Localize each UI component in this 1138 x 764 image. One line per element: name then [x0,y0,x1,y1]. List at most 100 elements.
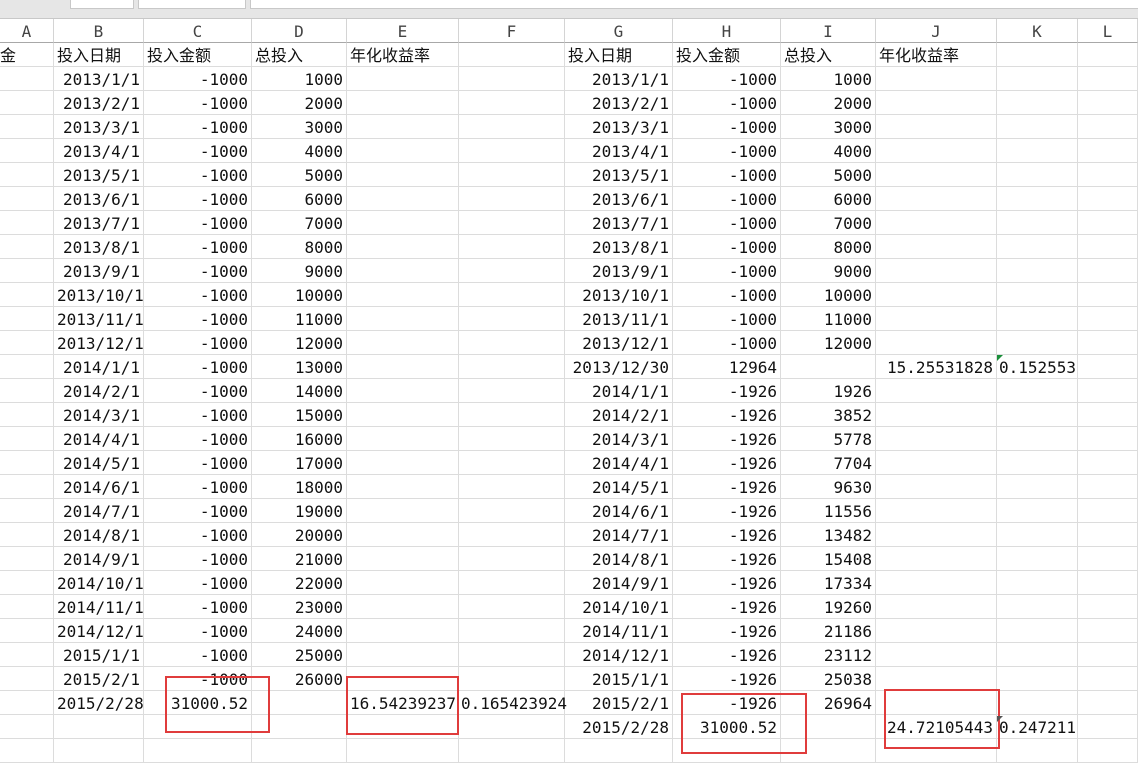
column-header-l[interactable]: L [1078,19,1138,43]
grid-cell[interactable]: 12000 [252,331,347,355]
grid-cell[interactable]: 2014/12/1 [54,619,144,643]
grid-cell[interactable]: -1000 [673,67,781,91]
grid-cell[interactable]: 2014/5/1 [54,451,144,475]
grid-cell[interactable] [347,595,459,619]
grid-cell[interactable] [1078,643,1138,667]
grid-cell[interactable]: -1000 [673,163,781,187]
grid-cell[interactable] [876,667,997,691]
grid-cell[interactable] [0,619,54,643]
grid-cell[interactable]: -1926 [673,475,781,499]
grid-cell[interactable] [876,475,997,499]
grid-cell[interactable]: 9630 [781,475,876,499]
grid-cell[interactable]: -1000 [144,211,252,235]
grid-cell[interactable] [876,739,997,763]
grid-cell[interactable]: -1000 [673,307,781,331]
grid-cell[interactable]: 18000 [252,475,347,499]
column-header-g[interactable]: G [565,19,673,43]
grid-cell[interactable] [347,235,459,259]
grid-cell[interactable] [459,619,565,643]
column-header-j[interactable]: J [876,19,997,43]
header-cell[interactable]: 金 [0,43,54,67]
grid-cell[interactable] [459,163,565,187]
grid-cell[interactable]: 2013/11/1 [565,307,673,331]
grid-cell[interactable]: 2015/2/28 [54,691,144,715]
grid-cell[interactable] [997,115,1078,139]
grid-cell[interactable] [459,571,565,595]
grid-cell[interactable] [997,187,1078,211]
header-cell[interactable] [997,43,1078,67]
grid-cell[interactable] [459,643,565,667]
column-header-c[interactable]: C [144,19,252,43]
grid-cell[interactable]: 0.152553 [997,355,1078,379]
grid-cell[interactable]: 2013/4/1 [565,139,673,163]
grid-cell[interactable]: -1000 [144,187,252,211]
grid-cell[interactable]: -1000 [144,235,252,259]
grid-cell[interactable] [347,331,459,355]
grid-cell[interactable] [459,283,565,307]
grid-cell[interactable] [347,499,459,523]
grid-cell[interactable] [347,283,459,307]
grid-cell[interactable] [876,307,997,331]
grid-cell[interactable]: -1000 [144,571,252,595]
grid-cell[interactable]: -1000 [144,595,252,619]
grid-cell[interactable]: 2014/3/1 [565,427,673,451]
sheet-tab[interactable] [70,0,134,9]
grid-cell[interactable]: -1000 [144,451,252,475]
grid-cell[interactable]: -1000 [144,547,252,571]
grid-cell[interactable] [459,187,565,211]
grid-cell[interactable] [876,379,997,403]
grid-cell[interactable]: 15408 [781,547,876,571]
grid-cell[interactable] [997,163,1078,187]
grid-cell[interactable] [876,523,997,547]
grid-cell[interactable] [876,619,997,643]
grid-cell[interactable]: 2013/7/1 [54,211,144,235]
grid-cell[interactable]: 2013/1/1 [54,67,144,91]
grid-cell[interactable] [1078,283,1138,307]
grid-cell[interactable]: 2014/2/1 [565,403,673,427]
grid-cell[interactable] [0,595,54,619]
grid-cell[interactable] [0,379,54,403]
grid-cell[interactable] [54,715,144,739]
grid-cell[interactable]: 7000 [781,211,876,235]
grid-cell[interactable]: 9000 [781,259,876,283]
grid-cell[interactable] [0,667,54,691]
grid-cell[interactable] [876,163,997,187]
grid-cell[interactable] [347,115,459,139]
grid-cell[interactable] [876,331,997,355]
grid-cell[interactable]: -1000 [144,499,252,523]
grid-cell[interactable]: 2014/8/1 [54,523,144,547]
grid-cell[interactable] [0,67,54,91]
grid-cell[interactable]: -1926 [673,667,781,691]
grid-cell[interactable] [459,739,565,763]
grid-cell[interactable]: 23112 [781,643,876,667]
grid-cell[interactable]: -1926 [673,427,781,451]
grid-cell[interactable]: 2013/10/1 [565,283,673,307]
grid-cell[interactable]: -1000 [144,619,252,643]
grid-cell[interactable] [459,67,565,91]
grid-cell[interactable] [997,259,1078,283]
grid-cell[interactable]: 8000 [252,235,347,259]
grid-cell[interactable] [54,739,144,763]
grid-cell[interactable]: -1000 [673,283,781,307]
header-cell[interactable]: 投入日期 [565,43,673,67]
grid-cell[interactable] [459,523,565,547]
grid-cell[interactable] [347,139,459,163]
grid-cell[interactable]: -1926 [673,691,781,715]
grid-cell[interactable]: 2013/5/1 [54,163,144,187]
grid-cell[interactable]: -1000 [673,91,781,115]
grid-cell[interactable] [876,259,997,283]
grid-cell[interactable] [459,667,565,691]
grid-cell[interactable]: 13000 [252,355,347,379]
grid-cell[interactable]: 2014/6/1 [54,475,144,499]
header-cell[interactable]: 年化收益率 [347,43,459,67]
grid-cell[interactable] [459,211,565,235]
grid-cell[interactable] [1078,235,1138,259]
grid-cell[interactable] [1078,619,1138,643]
grid-cell[interactable]: -1000 [144,427,252,451]
header-cell[interactable]: 投入金额 [673,43,781,67]
grid-cell[interactable] [459,595,565,619]
grid-cell[interactable]: 2013/4/1 [54,139,144,163]
grid-cell[interactable]: 2014/3/1 [54,403,144,427]
grid-cell[interactable]: 3000 [781,115,876,139]
grid-cell[interactable]: -1000 [673,235,781,259]
